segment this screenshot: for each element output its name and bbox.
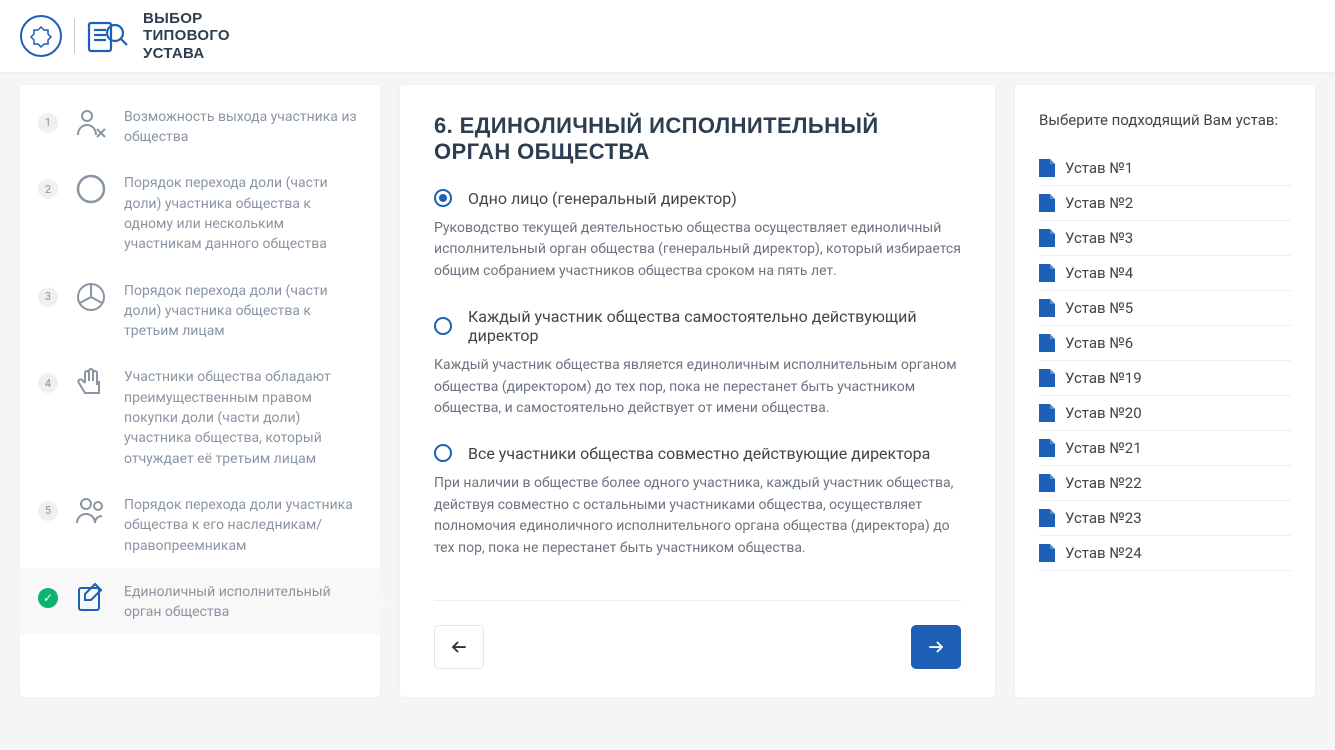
radio-button[interactable] [434,444,452,462]
step-label: Порядок перехода доли (части доли) участ… [124,279,362,342]
arrow-left-icon [450,638,468,656]
step-number: 5 [38,501,58,521]
charter-link[interactable]: Устав №2 [1039,186,1291,221]
document-icon [1039,159,1055,177]
arrow-right-icon [927,638,945,656]
sidebar-step-1[interactable]: 1 Возможность выхода участника из обществ… [20,93,380,160]
charter-link[interactable]: Устав №20 [1039,396,1291,431]
next-button[interactable] [911,625,961,669]
step-label: Участники общества обладают преимуществе… [124,365,362,468]
charter-link[interactable]: Устав №19 [1039,361,1291,396]
charter-label: Устав №22 [1065,474,1142,492]
charter-label: Устав №2 [1065,194,1133,212]
charter-link[interactable]: Устав №3 [1039,221,1291,256]
charter-link[interactable]: Устав №5 [1039,291,1291,326]
document-icon [1039,439,1055,457]
step-label: Порядок перехода доли (части доли) участ… [124,171,362,254]
step-number: 3 [38,287,58,307]
charter-link[interactable]: Устав №24 [1039,536,1291,571]
charter-label: Устав №24 [1065,544,1142,562]
sidebar-step-4[interactable]: 4 Участники общества обладают преимуществ… [20,353,380,480]
user-exit-icon [73,105,109,141]
radio-button[interactable] [434,317,452,335]
app-header: ВЫБОР ТИПОВОГО УСТАВА [0,0,1335,73]
step-number: 2 [38,179,58,199]
document-icon [1039,264,1055,282]
charter-link[interactable]: Устав №6 [1039,326,1291,361]
charter-label: Устав №20 [1065,404,1142,422]
radio-button[interactable] [434,189,452,207]
sidebar: 1 Возможность выхода участника из обществ… [20,85,380,697]
document-icon [1039,509,1055,527]
divider [434,600,961,601]
app-title: ВЫБОР ТИПОВОГО УСТАВА [143,10,230,62]
step-number: 4 [38,373,58,393]
check-icon: ✓ [38,588,58,608]
circle-icon [73,171,109,207]
main-content: 6. ЕДИНОЛИЧНЫЙ ИСПОЛНИТЕЛЬНЫЙ ОРГАН ОБЩЕ… [400,85,995,697]
charter-label: Устав №21 [1065,439,1142,457]
charter-label: Устав №1 [1065,159,1133,177]
page-title: 6. ЕДИНОЛИЧНЫЙ ИСПОЛНИТЕЛЬНЫЙ ОРГАН ОБЩЕ… [434,113,961,165]
charter-link[interactable]: Устав №4 [1039,256,1291,291]
option-description: При наличии в обществе более одного учас… [434,473,961,560]
option-1: Одно лицо (генеральный директор) Руководс… [434,189,961,283]
document-icon [1039,404,1055,422]
charter-label: Устав №4 [1065,264,1133,282]
option-radio-row[interactable]: Одно лицо (генеральный директор) [434,189,961,208]
option-radio-row[interactable]: Каждый участник общества самостоятельно … [434,307,961,345]
emblem-icon [20,15,62,57]
header-divider [74,18,75,54]
charter-label: Устав №23 [1065,509,1142,527]
sidebar-step-2[interactable]: 2 Порядок перехода доли (части доли) учас… [20,159,380,266]
logo-doc-icon [87,17,131,55]
document-icon [1039,369,1055,387]
edit-icon [73,580,109,616]
charter-link[interactable]: Устав №1 [1039,151,1291,186]
option-description: Руководство текущей деятельностью общест… [434,218,961,283]
rightbar-title: Выберите подходящий Вам устав: [1039,111,1291,129]
charter-label: Устав №3 [1065,229,1133,247]
charter-link[interactable]: Устав №23 [1039,501,1291,536]
step-number: 1 [38,113,58,133]
charter-label: Устав №19 [1065,369,1142,387]
option-3: Все участники общества совместно действу… [434,444,961,560]
prev-button[interactable] [434,625,484,669]
hand-icon [73,365,109,401]
sidebar-step-5[interactable]: 5 Порядок перехода доли участника обществ… [20,481,380,568]
step-label: Возможность выхода участника из общества [124,105,362,148]
sidebar-step-3[interactable]: 3 Порядок перехода доли (части доли) учас… [20,267,380,354]
document-icon [1039,334,1055,352]
charter-label: Устав №6 [1065,334,1133,352]
document-icon [1039,194,1055,212]
charter-link[interactable]: Устав №22 [1039,466,1291,501]
option-title: Все участники общества совместно действу… [468,444,930,463]
option-title: Одно лицо (генеральный директор) [468,189,737,208]
step-label: Порядок перехода доли участника общества… [124,493,362,556]
document-icon [1039,544,1055,562]
rightbar: Выберите подходящий Вам устав: Устав №1 У… [1015,85,1315,697]
charter-link[interactable]: Устав №21 [1039,431,1291,466]
option-radio-row[interactable]: Все участники общества совместно действу… [434,444,961,463]
document-icon [1039,474,1055,492]
option-2: Каждый участник общества самостоятельно … [434,307,961,420]
charter-label: Устав №5 [1065,299,1133,317]
option-description: Каждый участник общества является единол… [434,355,961,420]
option-title: Каждый участник общества самостоятельно … [468,307,961,345]
pie-icon [73,279,109,315]
users-icon [73,493,109,529]
step-label: Единоличный исполнительный орган обществ… [124,580,362,623]
document-icon [1039,299,1055,317]
document-icon [1039,229,1055,247]
sidebar-step-6[interactable]: ✓ Единоличный исполнительный орган общест… [20,568,380,635]
